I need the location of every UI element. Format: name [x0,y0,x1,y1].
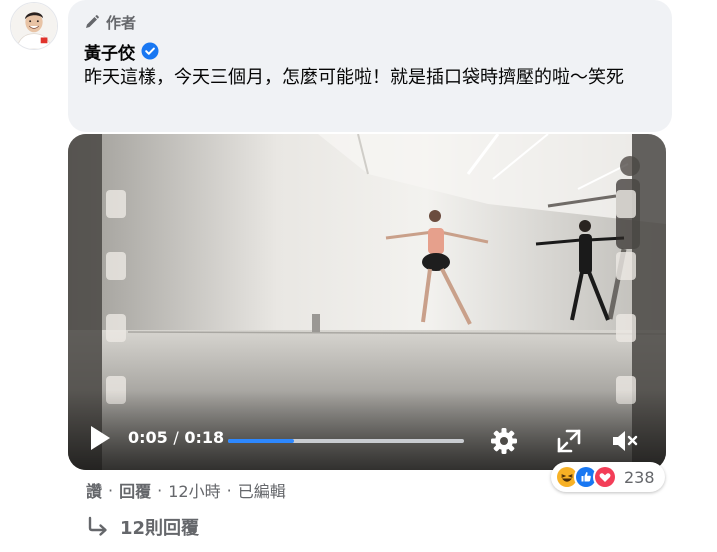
avatar[interactable] [10,2,58,50]
separator-dot: · [108,480,114,500]
comment-bubble: 作者 黃子佼 昨天這樣，今天三個月，怎麼可能啦！就是插口袋時擠壓的啦～笑死 [68,0,672,132]
like-button[interactable]: 讚 [86,478,102,502]
video-controls: 0:05 / 0:18 [68,410,666,470]
reply-arrow-icon [88,516,107,536]
duration: 0:18 [184,428,225,447]
fullscreen-button[interactable] [554,426,584,456]
settings-gear-icon [491,428,517,454]
author-name[interactable]: 黃子佼 [84,39,135,64]
view-replies-link[interactable]: 12則回覆 [86,512,199,542]
current-time: 0:05 [128,428,168,447]
settings-button[interactable] [489,426,519,456]
verified-badge-icon [141,42,159,60]
separator-dot: · [157,480,163,500]
love-reaction-icon [593,465,617,489]
pen-icon [86,15,99,28]
separator-dot: · [226,480,232,500]
mute-button[interactable] [609,426,639,456]
video-time: 0:05 / 0:18 [128,428,224,447]
comment-text: 昨天這樣，今天三個月，怎麼可能啦！就是插口袋時擠壓的啦～笑死 [84,67,624,88]
author-badge: 作者 [84,12,136,32]
volume-muted-icon [613,431,638,451]
reaction-summary[interactable]: 238 [551,462,665,492]
video-player[interactable]: 0:05 / 0:18 [68,134,666,470]
person-avatar-icon [11,3,57,49]
author-badge-label: 作者 [106,13,137,32]
timestamp[interactable]: 12小時 [168,478,220,502]
reaction-count: 238 [624,467,655,487]
progress-bar[interactable] [228,439,464,443]
edited-label[interactable]: 已編輯 [238,478,286,502]
time-separator: / [173,428,179,447]
replies-count-label: 12則回覆 [120,518,200,539]
progress-fill [228,439,295,443]
reply-button[interactable]: 回覆 [119,478,151,502]
author-name-row: 黃子佼 [84,39,159,64]
comment-actions: 讚 · 回覆 · 12小時 · 已編輯 [86,478,286,502]
play-icon [91,426,110,450]
fullscreen-expand-icon [557,429,581,453]
play-button[interactable] [88,424,112,452]
